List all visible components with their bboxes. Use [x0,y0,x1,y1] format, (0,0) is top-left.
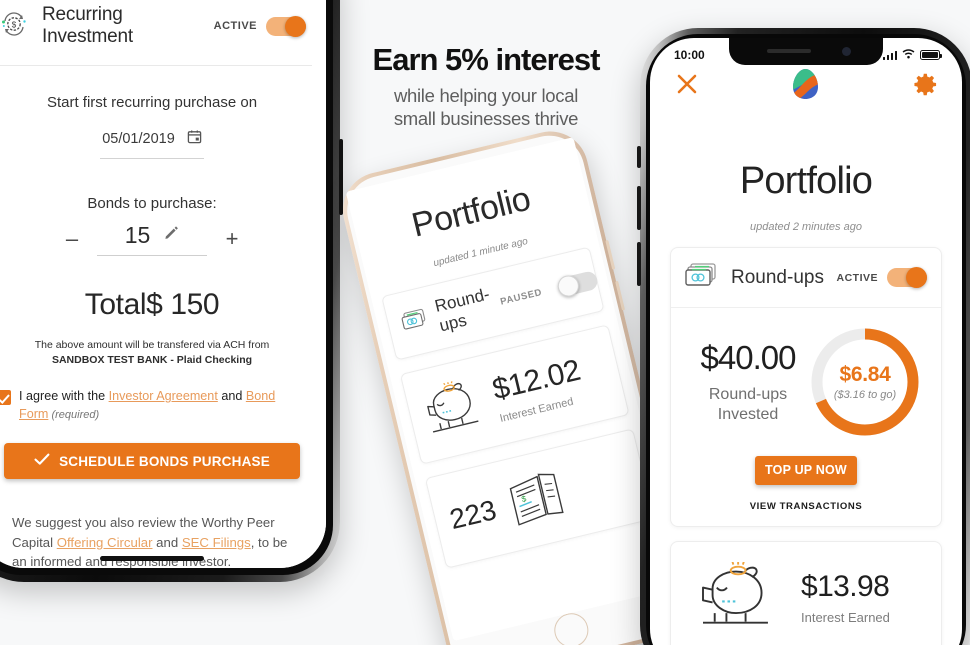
total-amount: Total$ 150 [84,287,220,321]
portfolio-page-title: Portfolio [739,160,873,202]
headline-subtitle-line2: small businesses thrive [393,107,579,129]
roundups-icon [685,262,719,293]
mid-roundups-toggle[interactable] [555,269,600,299]
donut-value-label: $6.84 [839,363,891,386]
roundups-card-label: Round-ups [731,266,824,288]
status-time: 10:00 [674,48,705,62]
offering-circular-link[interactable]: Offering Circular [57,535,153,550]
agreement-prefix: I agree with the [19,389,109,404]
roundups-card: Round-ups ACTIVE $40.00 Round-ups Invest… [670,247,942,527]
view-transactions-link[interactable]: VIEW TRANSACTIONS [671,485,941,526]
agreement-text: I agree with the Investor Agreement and … [19,388,308,424]
battery-icon [920,50,943,60]
recurring-toggle-group[interactable]: ACTIVE [213,15,306,37]
title-line-2: Investment [42,26,133,48]
interest-earned-card[interactable]: $13.98 Interest Earned [670,541,942,645]
suggest-mid: and [152,534,182,550]
notch [729,38,883,65]
mid-piggy-bank-icon [419,376,486,443]
ach-bank-name: SANDBOX TEST BANK - Plaid Checking [51,354,253,367]
gear-icon[interactable] [913,72,938,97]
home-indicator[interactable] [100,556,204,561]
right-phone-mockup: 10:00 Portfolio updated 2 minutes ago Ro… [637,28,970,645]
left-phone-screen: $ Recurring Investment ACTIVE Start firs… [0,0,326,568]
earpiece-speaker [767,49,811,53]
bonds-to-purchase-label: Bonds to purchase: [87,194,217,212]
mid-bonds-document-icon: $ [505,467,568,533]
ach-note: The above amount will be transfered via … [0,338,312,368]
interest-earned-label: Interest Earned [801,610,890,625]
headline-block: Earn 5% interest while helping your loca… [340,42,632,130]
roundups-invested-label: Round-ups Invested [689,385,807,424]
front-camera [842,47,851,56]
app-navbar [650,62,962,100]
recurring-toggle-label: ACTIVE [213,20,257,33]
portfolio-updated-text: updated 2 minutes ago [750,221,862,233]
quantity-underline [97,254,207,256]
recurring-investment-title: Recurring Investment [42,4,133,49]
promo-canvas: $ Recurring Investment ACTIVE Start firs… [0,0,970,645]
mid-bond-count: 223 [446,493,500,535]
increment-button[interactable]: + [215,226,249,252]
bonds-quantity-value: 15 [124,221,151,248]
check-icon [34,453,50,469]
decrement-button[interactable]: – [55,226,89,252]
wifi-icon [902,48,915,62]
bonds-stepper: – 15 + [0,222,312,256]
edit-pencil-icon[interactable] [164,225,179,245]
ach-note-line1: The above amount will be transfered via … [34,338,270,351]
donut-remaining-label: ($3.16 to go) [833,389,897,401]
invested-label-line1: Round-ups [708,386,788,404]
mid-roundups-label: Round-ups [432,284,492,336]
start-date-field[interactable]: 05/01/2019 [0,129,312,149]
recurring-toggle-switch[interactable] [266,15,306,37]
agreement-checkbox[interactable] [0,390,11,406]
roundups-progress-donut: $6.84 ($3.16 to go) [807,324,923,440]
close-icon[interactable] [676,73,698,95]
start-date-label: Start first recurring purchase on [46,93,258,111]
roundups-toggle-label: ACTIVE [836,271,878,284]
svg-text:$: $ [12,20,17,29]
left-phone-mockup: $ Recurring Investment ACTIVE Start firs… [0,0,343,582]
calendar-icon[interactable] [187,129,202,149]
invested-label-line2: Invested [717,406,779,423]
interest-earned-amount: $13.98 [801,570,890,603]
middle-phone-screen: Portfolio updated 1 minute ago Round-ups… [345,137,682,642]
right-volume-down-button[interactable] [637,242,641,286]
mid-toggle-label: PAUSED [499,286,544,308]
sec-filings-link[interactable]: SEC Filings [182,535,251,550]
title-line-1: Recurring [42,4,123,25]
headline-subtitle-line1: while helping your local [393,85,579,106]
right-mute-switch[interactable] [637,146,641,168]
schedule-button-label: SCHEDULE BONDS PURCHASE [59,453,270,469]
roundups-summary: $40.00 Round-ups Invested $6.84 ($3.16 t… [671,308,941,446]
mid-page-title: Portfolio [408,179,534,245]
worthy-logo-icon [792,68,819,100]
right-phone-screen: 10:00 Portfolio updated 2 minutes ago Ro… [650,38,962,645]
recurring-investment-header: $ Recurring Investment ACTIVE [0,0,312,66]
headline-title: Earn 5% interest [372,42,601,77]
roundups-invested-amount: $40.00 [700,339,797,377]
agreement-row: I agree with the Investor Agreement and … [0,388,312,424]
recurring-investment-icon: $ [0,8,30,45]
start-date-value: 05/01/2019 [102,130,175,147]
roundups-toggle-group[interactable]: ACTIVE [836,267,927,288]
investor-agreement-link[interactable]: Investor Agreement [109,389,218,403]
agreement-required-note: (required) [48,409,100,422]
agreement-mid: and [217,389,246,404]
piggy-bank-icon [697,560,775,633]
right-volume-up-button[interactable] [637,186,641,230]
mid-roundups-icon [398,306,432,339]
top-up-now-button[interactable]: TOP UP NOW [755,456,857,485]
roundups-toggle-switch[interactable] [887,267,927,288]
date-underline [100,157,204,159]
cellular-signal-icon [882,50,897,60]
schedule-bonds-purchase-button[interactable]: SCHEDULE BONDS PURCHASE [4,443,300,479]
